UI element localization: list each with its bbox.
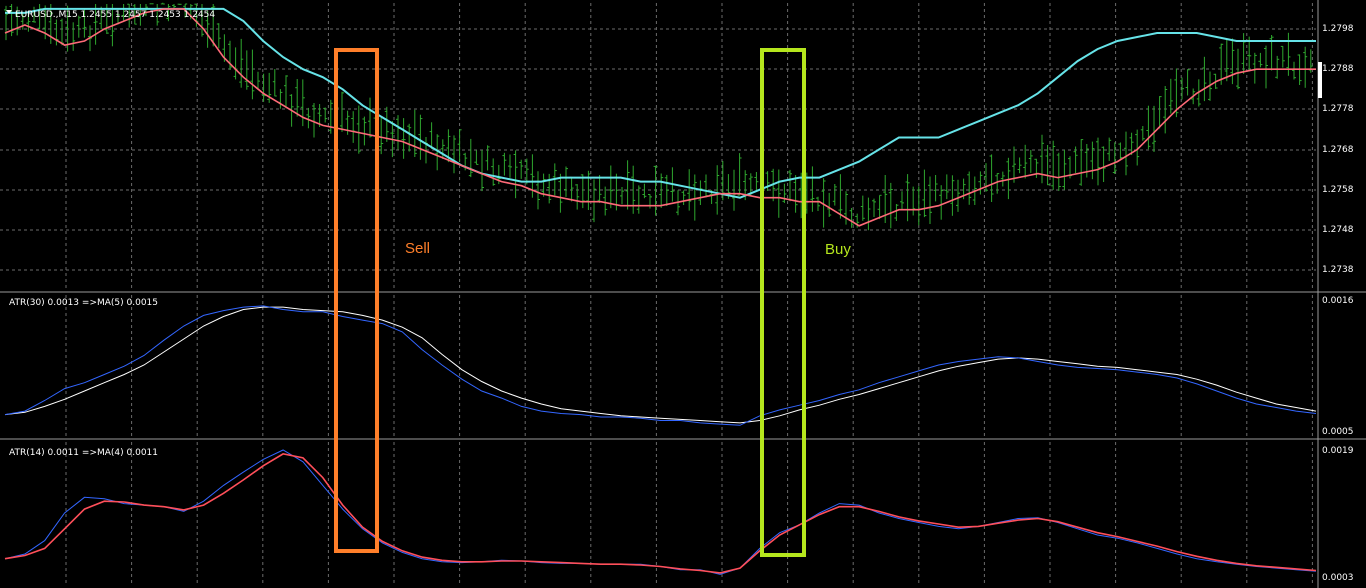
symbol-info: EURUSD.,M15 1.2455 1.2457 1.2453 1.2454: [15, 10, 215, 20]
price-tick: 1.2748: [1322, 225, 1354, 235]
chart-window[interactable]: 1.2798 1.2788 1.2778 1.2768 1.2758 1.274…: [0, 0, 1366, 588]
price-tick: 1.2788: [1322, 64, 1354, 74]
atr14-scale-min: 0.0003: [1322, 573, 1354, 583]
price-tick: 1.2758: [1322, 185, 1354, 195]
price-tick: 1.2798: [1322, 24, 1354, 34]
atr14-title: ATR(14) 0.0011 =>MA(4) 0.0011: [9, 448, 158, 458]
buy-label: Buy: [825, 241, 851, 258]
atr30-scale-max: 0.0016: [1322, 296, 1354, 306]
current-price-marker: [1318, 62, 1322, 98]
sell-label: Sell: [405, 240, 430, 257]
atr14-scale-max: 0.0019: [1322, 446, 1354, 456]
price-tick: 1.2768: [1322, 145, 1354, 155]
price-tick: 1.2778: [1322, 104, 1354, 114]
chart-canvas[interactable]: 1.2798 1.2788 1.2778 1.2768 1.2758 1.274…: [0, 0, 1366, 588]
price-tick: 1.2738: [1322, 265, 1354, 275]
atr30-scale-min: 0.0005: [1322, 427, 1354, 437]
atr30-title: ATR(30) 0.0013 =>MA(5) 0.0015: [9, 298, 158, 308]
